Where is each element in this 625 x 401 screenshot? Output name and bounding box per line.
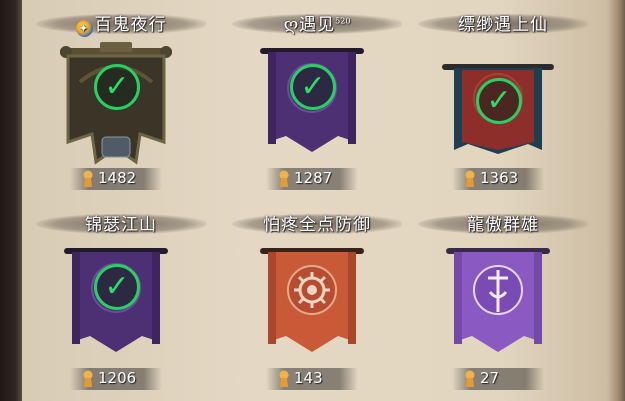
score-value: 1363 — [480, 169, 519, 187]
score-value: 27 — [480, 369, 500, 387]
guild-card-3[interactable]: 缥缈遇上仙 ✓ 1363 — [398, 0, 598, 200]
guild-banner[interactable] — [442, 242, 554, 362]
guild-name: 百鬼夜行 — [94, 15, 167, 35]
guild-card-2[interactable]: ღ遇见520 ✓ 1287 — [212, 0, 412, 200]
guild-score: 1482 — [70, 168, 162, 190]
violet-sword-banner-icon — [446, 248, 550, 352]
guild-score: 1363 — [452, 168, 544, 190]
trophy-pin-icon — [465, 370, 475, 387]
guild-card-4[interactable]: 锦瑟江山 ✓ 1206 — [16, 200, 216, 400]
score-value: 143 — [294, 369, 323, 387]
guild-title: 怕疼全点防御 — [232, 208, 402, 238]
guild-card-1[interactable]: ✦ 百鬼夜行 ✓ 1482 — [16, 0, 216, 200]
guild-score: 143 — [266, 368, 358, 390]
guild-banner[interactable]: ✓ — [60, 42, 172, 165]
trophy-pin-icon — [83, 370, 93, 387]
guild-title: 锦瑟江山 — [36, 208, 206, 238]
guild-banner[interactable] — [256, 242, 368, 362]
guild-score: 1287 — [266, 168, 358, 190]
trophy-pin-icon — [465, 170, 475, 187]
guild-score: 27 — [452, 368, 544, 390]
guild-name: 龍傲群雄 — [467, 215, 539, 235]
guild-name: 锦瑟江山 — [85, 215, 157, 235]
score-value: 1482 — [98, 169, 137, 187]
score-value: 1287 — [294, 169, 333, 187]
guild-title: 缥缈遇上仙 — [418, 8, 588, 38]
trophy-pin-icon — [83, 170, 93, 187]
guild-score: 1206 — [70, 368, 162, 390]
guild-card-5[interactable]: 怕疼全点防御 143 — [212, 200, 412, 400]
guild-name: ღ遇见 — [283, 15, 336, 35]
check-icon: ✓ — [476, 78, 522, 124]
score-value: 1206 — [98, 369, 137, 387]
guild-name: 缥缈遇上仙 — [458, 15, 548, 35]
check-icon: ✓ — [290, 64, 336, 110]
guild-banner[interactable]: ✓ — [256, 42, 368, 162]
guild-card-6[interactable]: 龍傲群雄 27 — [398, 200, 598, 400]
guild-banner[interactable]: ✓ — [60, 242, 172, 362]
trophy-pin-icon — [279, 370, 289, 387]
guild-title: 龍傲群雄 — [418, 208, 588, 238]
trophy-pin-icon — [279, 170, 289, 187]
right-border — [607, 0, 625, 401]
guild-title: ✦ 百鬼夜行 — [36, 8, 206, 38]
orange-gear-banner-icon — [260, 248, 364, 352]
swirl-badge-icon: ✦ — [75, 20, 93, 37]
guild-banner[interactable]: ✓ — [442, 42, 554, 162]
guild-name: 怕疼全点防御 — [263, 215, 371, 235]
guild-title: ღ遇见520 — [232, 8, 402, 38]
guild-selection-panel: ✦ 百鬼夜行 ✓ 1482 ღ遇见520 ✓ 1287 缥缈遇上仙 ✓ 1363… — [0, 0, 625, 401]
check-icon: ✓ — [94, 264, 140, 310]
check-icon: ✓ — [94, 64, 140, 110]
guild-name-superscript: 520 — [335, 16, 351, 26]
